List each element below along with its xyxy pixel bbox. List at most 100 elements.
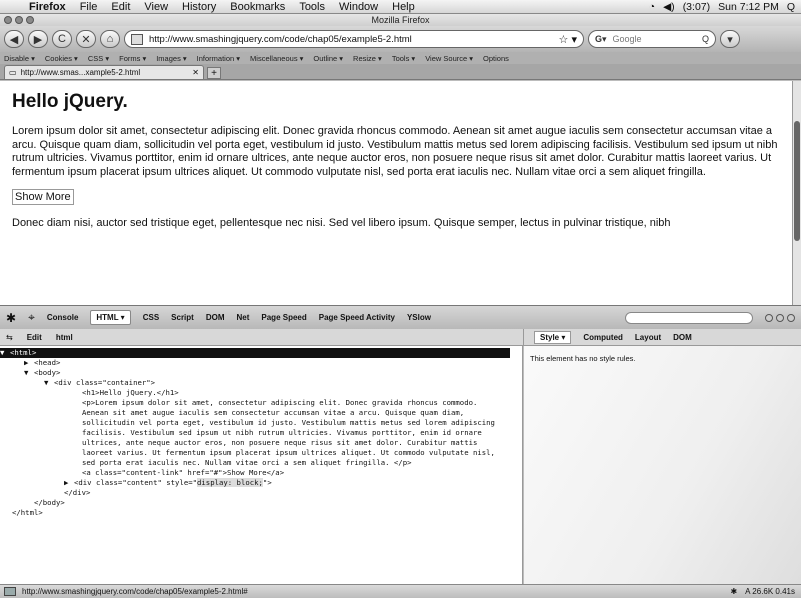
lorem-paragraph: Lorem ipsum dolor sit amet, consectetur … — [12, 125, 778, 178]
wifi-icon[interactable]: ◔ — [649, 1, 655, 13]
wd-images[interactable]: Images ▾ — [156, 54, 186, 63]
wd-information[interactable]: Information ▾ — [197, 54, 240, 63]
inspect-icon[interactable]: ⌖ — [28, 310, 35, 325]
twisty-open-icon[interactable]: ▼ — [0, 348, 10, 358]
wd-options[interactable]: Options — [483, 54, 509, 63]
twisty-open-icon[interactable]: ▼ — [24, 368, 34, 378]
fb-nav-icon[interactable]: ⇆ — [6, 333, 13, 342]
search-placeholder[interactable]: Google — [613, 34, 642, 44]
tree-node-a[interactable]: <a class="content-link" href="#">Show Mo… — [0, 468, 522, 478]
fb-tab-page-speed[interactable]: Page Speed — [261, 313, 306, 322]
wd-css[interactable]: CSS ▾ — [88, 54, 109, 63]
bookmark-star-icon[interactable]: ☆ ▾ — [559, 33, 577, 46]
volume-icon[interactable]: ◀) — [663, 1, 675, 13]
minimize-window-icon[interactable] — [15, 16, 23, 24]
fb-tab-net[interactable]: Net — [237, 313, 250, 322]
wd-resize[interactable]: Resize ▾ — [353, 54, 382, 63]
firebug-search-input[interactable] — [625, 311, 753, 324]
twisty-closed-icon[interactable]: ▶ — [64, 478, 74, 488]
menu-file[interactable]: File — [73, 1, 105, 13]
firebug-status-icon[interactable]: ✱ — [730, 587, 737, 596]
html-panel-toolbar: ⇆ Edit html — [0, 333, 523, 342]
menu-tools[interactable]: Tools — [292, 1, 332, 13]
wd-disable[interactable]: Disable ▾ — [4, 54, 35, 63]
reload-button[interactable]: C — [52, 30, 72, 48]
fb-tab-html[interactable]: HTML ▾ — [90, 310, 131, 325]
browser-tab[interactable]: ▭ http://www.smas...xample5-2.html ✕ — [4, 65, 204, 79]
page-scrollbar[interactable] — [792, 81, 801, 305]
tab-close-icon[interactable]: ✕ — [192, 68, 199, 77]
node-text: <head> — [34, 358, 61, 367]
zoom-window-icon[interactable] — [26, 16, 34, 24]
side-tab-style[interactable]: Style ▾ — [534, 330, 572, 344]
url-bar[interactable]: http://www.smashingjquery.com/code/chap0… — [124, 30, 584, 48]
wd-miscellaneous[interactable]: Miscellaneous ▾ — [250, 54, 303, 63]
menu-help[interactable]: Help — [385, 1, 422, 13]
fb-minimize-icon[interactable] — [765, 313, 773, 322]
fb-edit-button[interactable]: Edit — [27, 333, 42, 342]
tree-node-h1[interactable]: <h1>Hello jQuery.</h1> — [0, 388, 522, 398]
forward-button[interactable]: ▶ — [28, 30, 48, 48]
wd-tools[interactable]: Tools ▾ — [392, 54, 415, 63]
tree-node-container[interactable]: ▼ <div class="container"> — [0, 378, 522, 388]
page-scrollbar-thumb[interactable] — [794, 121, 800, 241]
menu-edit[interactable]: Edit — [104, 1, 137, 13]
battery-status[interactable]: (3:07) — [683, 1, 710, 13]
wd-forms[interactable]: Forms ▾ — [119, 54, 146, 63]
fb-tab-dom[interactable]: DOM — [206, 313, 225, 322]
menu-firefox[interactable]: Firefox — [22, 1, 73, 13]
menu-bookmarks[interactable]: Bookmarks — [223, 1, 292, 13]
fb-detach-icon[interactable] — [776, 313, 784, 322]
fb-tab-css[interactable]: CSS — [143, 313, 159, 322]
search-bar[interactable]: G▾ Google Q — [588, 30, 716, 48]
fb-tab-page-speed-activity[interactable]: Page Speed Activity — [319, 313, 395, 322]
side-tab-layout[interactable]: Layout — [635, 333, 661, 342]
node-text: <body> — [34, 368, 61, 377]
tab-favicon: ▭ — [9, 68, 17, 77]
tree-node-body[interactable]: ▼ <body> — [0, 368, 522, 378]
twisty-open-icon[interactable]: ▼ — [44, 378, 54, 388]
node-text: <a class="content-link" href="#">Show Mo… — [82, 468, 285, 477]
firebug-icon[interactable]: ✱ — [6, 311, 16, 325]
tree-node-html[interactable]: ▼ <html> — [0, 348, 510, 358]
side-tab-dom[interactable]: DOM — [673, 333, 692, 342]
node-text: <html> — [10, 348, 37, 357]
menu-window[interactable]: Window — [332, 1, 385, 13]
fb-tab-console[interactable]: Console — [47, 313, 79, 322]
tab-label[interactable]: http://www.smas...xample5-2.html — [21, 68, 141, 77]
firebug-subbar: ⇆ Edit html Style ▾ Computed Layout DOM — [0, 329, 801, 346]
fb-breadcrumb-html[interactable]: html — [56, 333, 73, 342]
spotlight-icon[interactable]: Q — [787, 1, 795, 13]
addon-button[interactable]: ▾ — [720, 30, 740, 48]
show-more-link[interactable]: Show More — [12, 189, 74, 206]
mac-menu-bar: Firefox File Edit View History Bookmarks… — [0, 0, 801, 14]
search-icon[interactable]: Q — [702, 34, 709, 44]
fb-tab-script[interactable]: Script — [171, 313, 194, 322]
new-tab-button[interactable]: + — [207, 67, 221, 79]
site-identity-icon[interactable] — [131, 33, 143, 45]
url-text[interactable]: http://www.smashingjquery.com/code/chap0… — [149, 34, 412, 45]
wd-cookies[interactable]: Cookies ▾ — [45, 54, 78, 63]
wd-view-source[interactable]: View Source ▾ — [425, 54, 473, 63]
close-window-icon[interactable] — [4, 16, 12, 24]
tree-node-p[interactable]: <p>Lorem ipsum dolor sit amet, consectet… — [0, 398, 500, 468]
menu-history[interactable]: History — [175, 1, 223, 13]
stop-button[interactable]: ✕ — [76, 30, 96, 48]
fb-close-icon[interactable] — [787, 313, 795, 322]
tree-node-head[interactable]: ▶ <head> — [0, 358, 522, 368]
wd-outline[interactable]: Outline ▾ — [313, 54, 343, 63]
firebug-toolbar: ✱ ⌖ Console HTML ▾ CSS Script DOM Net Pa… — [0, 305, 801, 329]
twisty-closed-icon[interactable]: ▶ — [24, 358, 34, 368]
search-engine-selector[interactable]: G▾ — [595, 34, 607, 45]
home-button[interactable]: ⌂ — [100, 30, 120, 48]
node-text: </div> — [64, 488, 91, 497]
yslow-status[interactable]: A 26.6K 0.41s — [745, 587, 795, 596]
side-tab-computed[interactable]: Computed — [583, 333, 623, 342]
tree-node-content-div[interactable]: ▶ <div class="content" style="display: bl… — [0, 478, 522, 488]
style-side-pane: This element has no style rules. — [524, 346, 801, 584]
clock[interactable]: Sun 7:12 PM — [718, 1, 779, 13]
back-button[interactable]: ◀ — [4, 30, 24, 48]
fb-tab-yslow[interactable]: YSlow — [407, 313, 431, 322]
menu-view[interactable]: View — [137, 1, 175, 13]
node-text: "> — [262, 478, 272, 487]
